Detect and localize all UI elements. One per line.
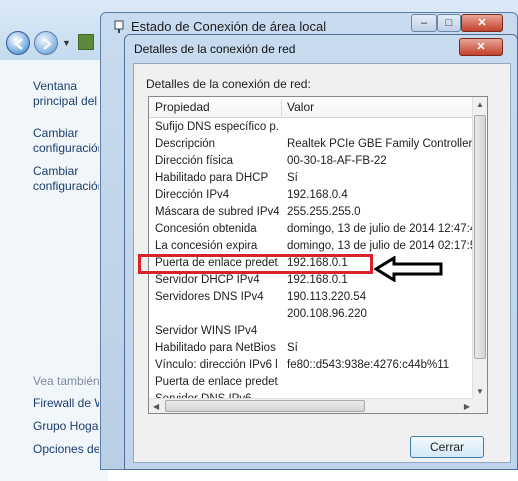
table-row[interactable]: Vínculo: dirección IPv6 l... fe80::d543:9… [149, 357, 474, 374]
row-value: domingo, 13 de julio de 2014 02:17:50 [287, 240, 473, 252]
row-property: Dirección IPv4 [155, 189, 230, 201]
row-property: Descripción [155, 138, 216, 150]
dialog-close-button[interactable]: ✕ [459, 38, 503, 56]
row-property: Dirección física [155, 155, 233, 167]
row-value: Realtek PCIe GBE Family Controller [287, 138, 473, 150]
row-value: 190.113.220.54 [287, 291, 367, 303]
network-details-dialog: Detalles de la conexión de red ✕ Detalle… [124, 34, 518, 470]
back-button[interactable] [6, 31, 30, 55]
sidebar [0, 60, 108, 481]
table-row[interactable]: La concesión expira domingo, 13 de julio … [149, 238, 474, 255]
table-row[interactable]: Descripción Realtek PCIe GBE Family Contr… [149, 136, 474, 153]
row-property: Habilitado para DHCP [155, 172, 269, 184]
row-value: Sí [287, 172, 298, 184]
arrow-left-icon [14, 38, 23, 50]
table-row[interactable]: Habilitado para NetBios ... Sí [149, 340, 474, 357]
table-row[interactable]: Concesión obtenida domingo, 13 de julio d… [149, 221, 474, 238]
gateway-highlight-box [138, 254, 373, 274]
row-property: Puerta de enlace predet... [155, 376, 279, 388]
arrow-right-icon [43, 38, 52, 50]
row-property: Servidor DHCP IPv4 [155, 274, 260, 286]
table-row[interactable]: Dirección IPv4 192.168.0.4 [149, 187, 474, 204]
row-value: domingo, 13 de julio de 2014 12:47:49 [287, 223, 473, 235]
row-property: La concesión expira [155, 240, 258, 252]
row-value: fe80::d543:938e:4276:c44b%11 [287, 359, 450, 371]
list-header: Propiedad Valor [149, 97, 474, 118]
column-property[interactable]: Propiedad [149, 97, 281, 118]
minimize-button[interactable]: – [411, 14, 437, 32]
window-title: Estado de Conexión de área local [131, 19, 327, 34]
table-row[interactable]: Sufijo DNS específico p... [149, 119, 474, 136]
row-property: Servidores DNS IPv4 [155, 291, 264, 303]
sidebar-link-sharing[interactable]: Cambiar configuración de uso compartido … [33, 164, 99, 194]
row-value: 255.255.255.0 [287, 206, 361, 218]
scroll-left-icon[interactable]: ◀ [153, 402, 159, 411]
see-also-internet-options[interactable]: Opciones de Internet [33, 442, 99, 457]
table-row[interactable]: 200.108.96.220 [149, 306, 474, 323]
scroll-down-icon[interactable]: ▼ [476, 387, 484, 396]
scroll-up-icon[interactable]: ▲ [476, 100, 484, 109]
row-property: Vínculo: dirección IPv6 l... [155, 359, 279, 371]
table-row[interactable]: Servidores DNS IPv4 190.113.220.54 [149, 289, 474, 306]
vertical-scroll-thumb[interactable] [474, 115, 486, 359]
see-also-firewall[interactable]: Firewall de Windows [33, 396, 99, 411]
row-property: Máscara de subred IPv4 [155, 206, 279, 218]
table-row[interactable]: Dirección física 00-30-18-AF-FB-22 [149, 153, 474, 170]
scroll-corner [472, 398, 487, 413]
forward-button[interactable] [34, 31, 58, 55]
table-row[interactable]: Habilitado para DHCP Sí [149, 170, 474, 187]
horizontal-scrollbar[interactable]: ◀ ▶ [149, 398, 474, 413]
row-value: 192.168.0.4 [287, 189, 348, 201]
pointer-arrow-icon [374, 256, 443, 282]
row-property: Servidor WINS IPv4 [155, 325, 258, 337]
table-row[interactable]: Puerta de enlace predet... [149, 374, 474, 391]
group-label: Detalles de la conexión de red: [146, 77, 311, 91]
see-also-heading: Vea también [33, 374, 100, 388]
network-icon [114, 20, 124, 33]
column-value[interactable]: Valor [281, 97, 474, 118]
row-property: Sufijo DNS específico p... [155, 121, 279, 133]
window-close-button[interactable]: ✕ [461, 14, 503, 32]
row-value: 00-30-18-AF-FB-22 [287, 155, 387, 167]
cerrar-button[interactable]: Cerrar [410, 436, 484, 458]
maximize-button[interactable]: □ [437, 14, 461, 32]
see-also-homegroup[interactable]: Grupo Hogar [33, 419, 99, 434]
table-row[interactable]: Servidor WINS IPv4 [149, 323, 474, 340]
horizontal-scroll-thumb[interactable] [165, 400, 365, 412]
history-dropdown-icon[interactable]: ▼ [62, 38, 71, 48]
row-value: Sí [287, 342, 298, 354]
sidebar-link-adapter[interactable]: Cambiar configuración del adaptador [33, 126, 99, 156]
vertical-scrollbar[interactable]: ▲ ▼ [472, 97, 487, 399]
row-property: Concesión obtenida [155, 223, 257, 235]
control-panel-icon [78, 34, 94, 50]
dialog-title: Detalles de la conexión de red [134, 42, 296, 56]
row-value: 200.108.96.220 [287, 308, 367, 320]
table-row[interactable]: Máscara de subred IPv4 255.255.255.0 [149, 204, 474, 221]
row-property: Habilitado para NetBios ... [155, 342, 279, 354]
scroll-right-icon[interactable]: ▶ [464, 402, 470, 411]
sidebar-link-main[interactable]: Ventana principal del Panel de control [33, 79, 99, 109]
